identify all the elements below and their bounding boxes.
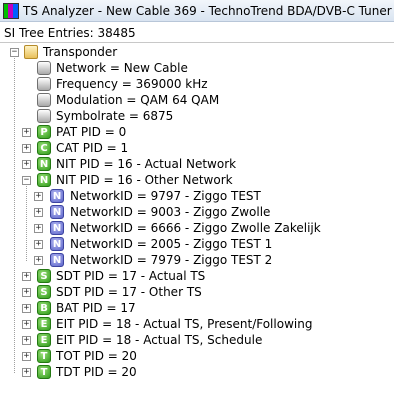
sdt-icon: S bbox=[37, 269, 51, 283]
nit-icon: N bbox=[37, 173, 51, 187]
expand-toggle-icon[interactable]: + bbox=[22, 288, 31, 297]
tree-node-network[interactable]: + N NetworkID = 7979 - Ziggo TEST 2 bbox=[0, 253, 394, 269]
network-icon: N bbox=[50, 205, 64, 219]
tree-node-label: TOT PID = 20 bbox=[56, 349, 137, 363]
tree-node-table[interactable]: + N NIT PID = 16 - Actual Network bbox=[0, 157, 394, 173]
expand-toggle-icon[interactable]: + bbox=[22, 304, 31, 313]
tree-node-table[interactable]: + C CAT PID = 1 bbox=[0, 141, 394, 157]
expand-toggle-icon[interactable]: + bbox=[22, 320, 31, 329]
network-icon: N bbox=[50, 253, 64, 267]
property-icon bbox=[37, 93, 51, 107]
tree-node-table[interactable]: + T TOT PID = 20 bbox=[0, 349, 394, 365]
tree-node-label: NIT PID = 16 - Other Network bbox=[56, 173, 233, 187]
tree-node-label: NetworkID = 6666 - Ziggo Zwolle Zakelijk bbox=[70, 221, 321, 235]
tree-node-table[interactable]: + B BAT PID = 17 bbox=[0, 301, 394, 317]
tree-node-label: TDT PID = 20 bbox=[56, 365, 137, 379]
collapse-toggle-icon[interactable]: − bbox=[22, 176, 31, 185]
tree-node-property[interactable]: Symbolrate = 6875 bbox=[0, 109, 394, 125]
nit-icon: N bbox=[37, 157, 51, 171]
tree-node-label: Network = New Cable bbox=[56, 61, 188, 75]
eit-icon: E bbox=[37, 333, 51, 347]
network-icon: N bbox=[50, 221, 64, 235]
property-icon bbox=[37, 109, 51, 123]
tree-node-label: SDT PID = 17 - Other TS bbox=[56, 285, 202, 299]
window-titlebar[interactable]: TS Analyzer - New Cable 369 - TechnoTren… bbox=[0, 0, 394, 22]
time-table-icon: T bbox=[37, 365, 51, 379]
tree-node-network[interactable]: + N NetworkID = 6666 - Ziggo Zwolle Zakeli… bbox=[0, 221, 394, 237]
tree-node-label: Transponder bbox=[43, 45, 118, 59]
tree-node-property[interactable]: Frequency = 369000 kHz bbox=[0, 77, 394, 93]
expand-toggle-icon[interactable]: + bbox=[22, 272, 31, 281]
si-tree-view[interactable]: − Transponder Network = New Cable Frequency… bbox=[0, 42, 394, 395]
tree-node-label: NetworkID = 7979 - Ziggo TEST 2 bbox=[70, 253, 273, 267]
eit-icon: E bbox=[37, 317, 51, 331]
expand-toggle-icon[interactable]: + bbox=[22, 144, 31, 153]
tree-node-label: EIT PID = 18 - Actual TS, Schedule bbox=[56, 333, 263, 347]
property-icon bbox=[37, 77, 51, 91]
expand-toggle-icon[interactable]: + bbox=[34, 256, 43, 265]
expand-toggle-icon[interactable]: + bbox=[34, 192, 43, 201]
ts-analyzer-app-icon[interactable] bbox=[3, 3, 19, 19]
expand-toggle-icon[interactable]: + bbox=[34, 240, 43, 249]
tree-node-network[interactable]: + N NetworkID = 2005 - Ziggo TEST 1 bbox=[0, 237, 394, 253]
tree-node-label: EIT PID = 18 - Actual TS, Present/Follow… bbox=[56, 317, 313, 331]
time-table-icon: T bbox=[37, 349, 51, 363]
expand-toggle-icon[interactable]: + bbox=[22, 336, 31, 345]
tree-node-label: NetworkID = 9797 - Ziggo TEST bbox=[70, 189, 261, 203]
expand-toggle-icon[interactable]: + bbox=[22, 128, 31, 137]
tree-node-label: Symbolrate = 6875 bbox=[56, 109, 174, 123]
tree-node-table[interactable]: + E EIT PID = 18 - Actual TS, Schedule bbox=[0, 333, 394, 349]
tree-node-label: BAT PID = 17 bbox=[56, 301, 136, 315]
tree-node-label: Modulation = QAM 64 QAM bbox=[56, 93, 220, 107]
tree-node-label: NetworkID = 9003 - Ziggo Zwolle bbox=[70, 205, 271, 219]
tree-node-table[interactable]: + S SDT PID = 17 - Actual TS bbox=[0, 269, 394, 285]
tree-node-table[interactable]: + S SDT PID = 17 - Other TS bbox=[0, 285, 394, 301]
network-icon: N bbox=[50, 189, 64, 203]
expand-toggle-icon[interactable]: + bbox=[22, 368, 31, 377]
collapse-toggle-icon[interactable]: − bbox=[10, 48, 19, 57]
tree-node-table[interactable]: + E EIT PID = 18 - Actual TS, Present/Foll… bbox=[0, 317, 394, 333]
tree-node-network[interactable]: + N NetworkID = 9797 - Ziggo TEST bbox=[0, 189, 394, 205]
pat-icon: P bbox=[37, 125, 51, 139]
tree-node-label: Frequency = 369000 kHz bbox=[56, 77, 208, 91]
cat-icon: C bbox=[37, 141, 51, 155]
tree-node-table[interactable]: − N NIT PID = 16 - Other Network bbox=[0, 173, 394, 189]
tree-node-transponder[interactable]: − Transponder bbox=[0, 45, 394, 61]
window-title: TS Analyzer - New Cable 369 - TechnoTren… bbox=[23, 4, 394, 18]
tree-node-label: SDT PID = 17 - Actual TS bbox=[56, 269, 206, 283]
expand-toggle-icon[interactable]: + bbox=[34, 224, 43, 233]
bat-icon: B bbox=[37, 301, 51, 315]
expand-toggle-icon[interactable]: + bbox=[34, 208, 43, 217]
tree-node-label: PAT PID = 0 bbox=[56, 125, 127, 139]
network-icon: N bbox=[50, 237, 64, 251]
tree-node-property[interactable]: Network = New Cable bbox=[0, 61, 394, 77]
tree-node-table[interactable]: + T TDT PID = 20 bbox=[0, 365, 394, 381]
tree-node-network[interactable]: + N NetworkID = 9003 - Ziggo Zwolle bbox=[0, 205, 394, 221]
expand-toggle-icon[interactable]: + bbox=[22, 160, 31, 169]
tree-node-label: NIT PID = 16 - Actual Network bbox=[56, 157, 237, 171]
tree-node-table[interactable]: + P PAT PID = 0 bbox=[0, 125, 394, 141]
property-icon bbox=[37, 61, 51, 75]
sdt-icon: S bbox=[37, 285, 51, 299]
si-tree-entries-count: SI Tree Entries: 38485 bbox=[4, 26, 136, 40]
tree-node-label: NetworkID = 2005 - Ziggo TEST 1 bbox=[70, 237, 273, 251]
tree-node-label: CAT PID = 1 bbox=[56, 141, 129, 155]
expand-toggle-icon[interactable]: + bbox=[22, 352, 31, 361]
folder-icon bbox=[24, 45, 38, 59]
tree-node-property[interactable]: Modulation = QAM 64 QAM bbox=[0, 93, 394, 109]
